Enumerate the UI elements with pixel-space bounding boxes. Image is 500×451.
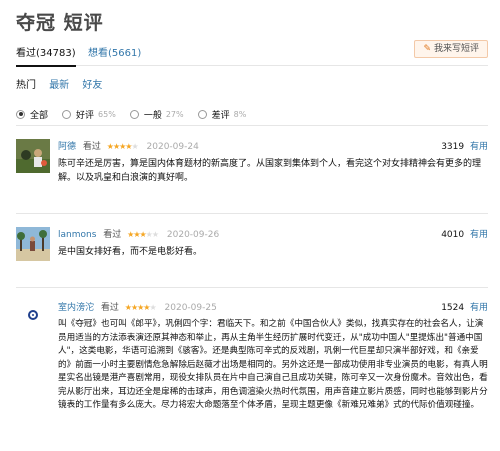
- filter-positive-pct: 65%: [98, 109, 116, 119]
- review-item: 室内滂沱 看过 ★★★★★ 2020-09-25 1524 有用 叫《夺冠》也可…: [16, 300, 488, 450]
- review-text: 是中国女排好看，而不是电影好看。: [58, 247, 203, 257]
- useful-button[interactable]: 有用: [470, 230, 488, 240]
- write-review-label: 我来写短评: [433, 44, 479, 54]
- tab-want-to-watch[interactable]: 想看(5661): [88, 44, 141, 65]
- radio-icon: [62, 109, 72, 119]
- page-title: 夺冠 短评: [16, 12, 104, 34]
- review-date: 2020-09-26: [166, 230, 220, 240]
- filter-all[interactable]: 全部: [16, 108, 48, 121]
- avatar[interactable]: [16, 300, 50, 334]
- rating-stars: ★★★★★: [124, 303, 157, 312]
- sort-latest[interactable]: 最新: [49, 80, 69, 91]
- review-item: 阿德 看过 ★★★★★ 2020-09-24 3319 有用 陈可辛还是厉害，算…: [16, 139, 488, 199]
- filter-negative[interactable]: 差评 8%: [197, 108, 247, 121]
- filter-neutral[interactable]: 一般 27%: [129, 108, 184, 121]
- review-username[interactable]: lanmons: [58, 230, 96, 240]
- review-status: 看过: [100, 303, 119, 313]
- divider: [16, 125, 488, 126]
- tab-watched[interactable]: 看过(34783): [16, 44, 76, 67]
- radio-icon: [16, 109, 25, 119]
- sort-options: 热门 最新 好友: [16, 76, 112, 91]
- review-status: 看过: [103, 230, 122, 240]
- avatar[interactable]: [16, 227, 50, 261]
- radio-icon: [197, 109, 207, 119]
- filter-negative-label: 差评: [211, 110, 230, 121]
- review-date: 2020-09-25: [164, 303, 217, 313]
- filter-negative-pct: 8%: [233, 109, 247, 119]
- divider: [16, 287, 488, 288]
- review-votes: 4010 有用: [441, 227, 488, 240]
- write-review-button[interactable]: ✎ 我来写短评: [414, 40, 488, 58]
- review-item: lanmons 看过 ★★★★★ 2020-09-26 4010 有用 是中国女…: [16, 227, 488, 267]
- sort-hot[interactable]: 热门: [16, 80, 36, 91]
- review-votes: 3319 有用: [441, 139, 488, 152]
- filter-positive[interactable]: 好评 65%: [62, 108, 116, 121]
- review-date: 2020-09-24: [146, 142, 199, 152]
- tab-bar: 看过(34783) 想看(5661) ✎ 我来写短评: [16, 40, 488, 67]
- filter-all-label: 全部: [30, 110, 49, 121]
- vote-count: 1524: [441, 303, 465, 313]
- review-text: 陈可辛还是厉害，算是国内体育题材的新高度了。从国家到集体到个人，看完这个对女排精…: [58, 159, 482, 183]
- rating-stars: ★★★★★: [106, 142, 139, 151]
- useful-button[interactable]: 有用: [470, 303, 488, 313]
- review-username[interactable]: 阿德: [58, 142, 76, 152]
- vote-count: 4010: [441, 230, 465, 240]
- review-text: 叫《夺冠》也可叫《郎平》，巩俐四个字：君临天下。和之前《中国合伙人》类似，找真实…: [58, 319, 488, 410]
- review-meta: 阿德 看过 ★★★★★ 2020-09-24: [58, 139, 199, 152]
- review-meta: lanmons 看过 ★★★★★ 2020-09-26: [58, 227, 219, 240]
- sort-friends[interactable]: 好友: [82, 80, 102, 91]
- review-status: 看过: [82, 142, 101, 152]
- useful-button[interactable]: 有用: [470, 142, 488, 152]
- divider: [16, 213, 488, 214]
- review-votes: 1524 有用: [441, 300, 488, 313]
- radio-icon: [129, 109, 139, 119]
- vote-count: 3319: [441, 142, 465, 152]
- review-username[interactable]: 室内滂沱: [58, 303, 94, 313]
- rating-filter: 全部 好评 65% 一般 27% 差评 8%: [16, 106, 488, 122]
- filter-neutral-label: 一般: [143, 110, 162, 121]
- filter-positive-label: 好评: [76, 110, 95, 121]
- rating-stars: ★★★★★: [127, 230, 159, 239]
- avatar[interactable]: [16, 139, 50, 173]
- pen-icon: ✎: [423, 44, 431, 54]
- review-meta: 室内滂沱 看过 ★★★★★ 2020-09-25: [58, 300, 217, 313]
- filter-neutral-pct: 27%: [165, 109, 184, 119]
